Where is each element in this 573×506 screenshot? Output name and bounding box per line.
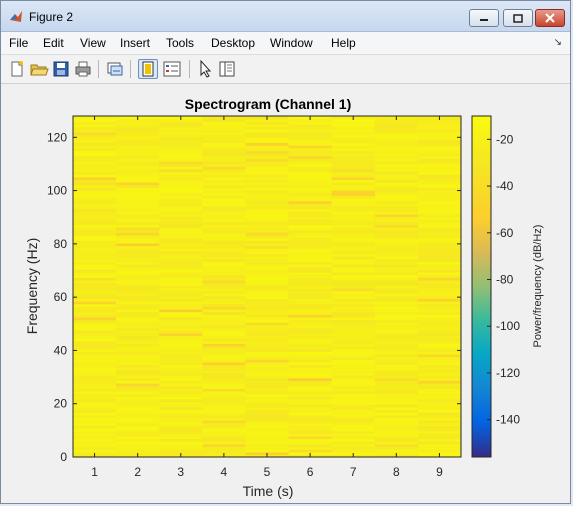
menu-edit[interactable]: Edit — [43, 36, 64, 50]
toolbar-separator — [189, 60, 190, 78]
colorbar-tick-label: -20 — [496, 132, 514, 146]
title-bar[interactable]: Figure 2 — [1, 1, 570, 32]
plot-browser-icon — [219, 61, 235, 77]
matlab-logo-icon — [10, 11, 22, 22]
y-tick-label: 20 — [54, 397, 68, 411]
y-tick-label: 0 — [60, 450, 67, 464]
menu-view[interactable]: View — [80, 36, 106, 50]
edit-plot-button[interactable] — [195, 59, 215, 79]
new-figure-button[interactable] — [7, 59, 27, 79]
menu-insert[interactable]: Insert — [120, 36, 150, 50]
colorbar-tick-label: -140 — [496, 413, 520, 427]
x-tick-label: 3 — [177, 465, 184, 479]
heatmap-image[interactable] — [73, 116, 462, 458]
toolbar-separator — [98, 60, 99, 78]
edit-plot-icon — [200, 59, 212, 78]
colorbar-tick-label: -40 — [496, 179, 514, 193]
y-tick-label: 60 — [54, 290, 68, 304]
spectrogram-chart: Spectrogram (Channel 1) 1 2 3 4 5 6 7 8 9 0 20 40 6… — [24, 96, 544, 499]
figure-canvas: Spectrogram (Channel 1) 1 2 3 4 5 6 7 8 9 0 20 40 6… — [9, 85, 564, 499]
x-tick-label: 8 — [393, 465, 400, 479]
maximize-button[interactable] — [503, 9, 533, 27]
open-file-button[interactable] — [29, 59, 49, 79]
close-icon — [545, 13, 555, 23]
figure-toolbar — [1, 55, 570, 84]
link-plot-icon — [107, 62, 123, 76]
new-figure-icon — [11, 61, 23, 77]
menu-help[interactable]: Help — [331, 36, 356, 50]
x-tick-label: 4 — [221, 465, 228, 479]
menu-bar: File Edit View Insert Tools Desktop Wind… — [1, 32, 570, 55]
save-button[interactable] — [51, 59, 71, 79]
menu-file[interactable]: File — [9, 36, 28, 50]
y-tick-label: 100 — [47, 184, 67, 198]
y-tick-label: 120 — [47, 130, 67, 144]
minimize-icon — [480, 19, 488, 21]
chart-title: Spectrogram (Channel 1) — [185, 96, 351, 112]
open-file-icon — [30, 64, 49, 76]
menu-tools[interactable]: Tools — [166, 36, 194, 50]
x-axis-label: Time (s) — [243, 483, 294, 499]
menu-window[interactable]: Window — [270, 36, 313, 50]
x-tick-label: 5 — [264, 465, 271, 479]
plot-browser-button[interactable] — [217, 59, 237, 79]
hide-plot-tools-icon — [142, 61, 154, 77]
x-tick-label: 1 — [91, 465, 98, 479]
maximize-icon — [513, 13, 523, 23]
x-tick-label: 2 — [134, 465, 141, 479]
toolbar-separator — [130, 60, 131, 78]
show-plot-tools-icon — [163, 61, 181, 77]
x-tick-label: 6 — [307, 465, 314, 479]
print-icon — [75, 61, 91, 77]
menu-desktop[interactable]: Desktop — [211, 36, 255, 50]
colorbar-tick-label: -60 — [496, 226, 514, 240]
close-button[interactable] — [535, 9, 565, 27]
x-tick-label: 9 — [436, 465, 443, 479]
save-icon — [53, 61, 69, 77]
colorbar-ticks: -20 -40 -60 -80 -100 -120 -140 — [487, 132, 520, 427]
colorbar-tick-label: -120 — [496, 366, 520, 380]
y-tick-label: 80 — [54, 237, 68, 251]
colorbar-tick-label: -80 — [496, 272, 514, 286]
colorbar-label: Power/frequency (dB/Hz) — [532, 225, 544, 348]
colorbar[interactable] — [471, 115, 492, 458]
colorbar-tick-label: -100 — [496, 319, 520, 333]
print-button[interactable] — [73, 59, 93, 79]
minimize-button[interactable] — [469, 9, 499, 27]
x-tick-label: 7 — [350, 465, 357, 479]
link-plot-button[interactable] — [105, 59, 125, 79]
figure-window: Figure 2 File Edit View Insert Tools Des… — [0, 0, 571, 504]
y-tick-label: 40 — [54, 343, 68, 357]
show-plot-tools-button[interactable] — [162, 59, 182, 79]
dock-arrow-icon[interactable]: ↘ — [554, 37, 562, 48]
hide-plot-tools-button[interactable] — [138, 59, 158, 79]
y-axis-label: Frequency (Hz) — [24, 238, 40, 334]
window-title: Figure 2 — [29, 10, 74, 24]
